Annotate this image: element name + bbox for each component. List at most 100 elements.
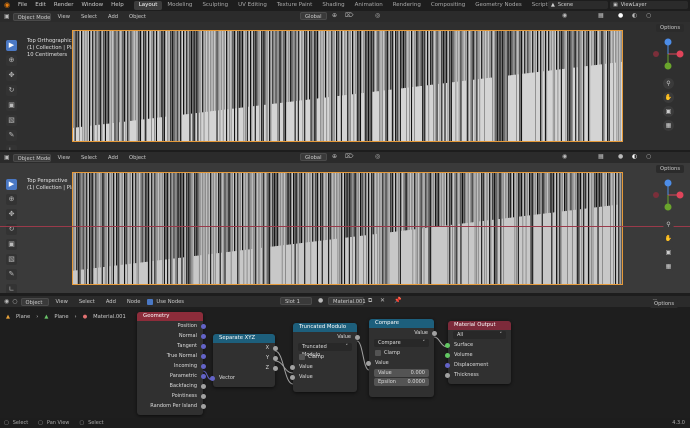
transform-tool-icon-2[interactable]: ▧ bbox=[6, 254, 17, 265]
viewport1-options-button[interactable]: Options bbox=[656, 24, 685, 32]
workspace-tab-shading[interactable]: Shading bbox=[317, 1, 349, 10]
socket-icon[interactable] bbox=[201, 393, 206, 399]
shader-type-dropdown[interactable]: Object bbox=[20, 297, 49, 306]
menu-edit[interactable]: Edit bbox=[31, 2, 50, 8]
modulo-clamp-row[interactable]: Clamp bbox=[293, 352, 357, 362]
socket-icon[interactable] bbox=[273, 365, 278, 371]
shader-type-icon[interactable]: ○ bbox=[12, 298, 17, 305]
viewport1-shading-rendered-icon[interactable]: ○ bbox=[646, 12, 651, 19]
viewport2-mode-dropdown[interactable]: Object Mode bbox=[12, 153, 51, 162]
viewport1[interactable]: ▶ ⊕ ✥ ↻ ▣ ▧ ✎ ∟ Top Orthographic (1) Col… bbox=[0, 22, 690, 150]
scale-tool-icon-2[interactable]: ▣ bbox=[6, 239, 17, 250]
blender-logo-icon[interactable]: ◉ bbox=[0, 1, 14, 9]
viewport2-xray-icon[interactable]: ▦ bbox=[598, 153, 604, 160]
rotate-tool-icon[interactable]: ↻ bbox=[6, 85, 17, 96]
duplicate-material-icon[interactable]: ⧉ bbox=[368, 297, 372, 305]
scale-tool-icon[interactable]: ▣ bbox=[6, 100, 17, 111]
viewport2[interactable]: ▶ ⊕ ✥ ↻ ▣ ▧ ✎ ∟ Top Perspective (1) Coll… bbox=[0, 163, 690, 293]
workspace-tab-uv-editing[interactable]: UV Editing bbox=[233, 1, 272, 10]
move-tool-icon[interactable]: ✥ bbox=[6, 70, 17, 81]
socket-icon[interactable] bbox=[445, 352, 450, 358]
viewport2-menu-select[interactable]: Select bbox=[77, 154, 101, 162]
node-menu-view[interactable]: View bbox=[52, 298, 72, 306]
node-menu-add[interactable]: Add bbox=[102, 298, 120, 306]
socket-icon[interactable] bbox=[201, 373, 206, 379]
annotate-tool-icon[interactable]: ✎ bbox=[6, 130, 17, 141]
viewport2-proportional-icon[interactable]: ◎ bbox=[375, 153, 380, 160]
workspace-tab-modeling[interactable]: Modeling bbox=[162, 1, 197, 10]
socket-icon[interactable] bbox=[273, 345, 278, 351]
viewport1-menu-add[interactable]: Add bbox=[104, 13, 122, 21]
cursor-tool-icon[interactable]: ⊕ bbox=[6, 55, 17, 66]
compare-clamp-row[interactable]: Clamp bbox=[369, 348, 434, 358]
viewport1-snap-icon[interactable]: ⌦ bbox=[345, 12, 353, 19]
workspace-tab-geometry-nodes[interactable]: Geometry Nodes bbox=[470, 1, 526, 10]
viewport1-proportional-icon[interactable]: ◎ bbox=[375, 12, 380, 19]
workspace-tab-rendering[interactable]: Rendering bbox=[388, 1, 426, 10]
pin-icon[interactable]: 📌 bbox=[394, 297, 401, 304]
socket-icon[interactable] bbox=[445, 362, 450, 368]
view-layer-selector[interactable]: ▣ ViewLayer bbox=[610, 1, 688, 9]
viewport2-camera-icon[interactable]: ▣ bbox=[663, 247, 674, 258]
select-box-tool-icon[interactable]: ▶ bbox=[6, 40, 17, 51]
workspace-tab-sculpting[interactable]: Sculpting bbox=[197, 1, 233, 10]
socket-icon[interactable] bbox=[201, 403, 206, 409]
socket-icon[interactable] bbox=[355, 334, 360, 340]
viewport2-pivot-icon[interactable]: ⊕ bbox=[332, 153, 337, 160]
viewport1-menu-object[interactable]: Object bbox=[125, 13, 150, 21]
material-browse-icon[interactable]: ● bbox=[318, 297, 323, 304]
menu-file[interactable]: File bbox=[14, 2, 31, 8]
viewport1-plane-object[interactable] bbox=[72, 30, 623, 142]
compare-node[interactable]: Compare Value Compare ˅ Clamp Value Value… bbox=[366, 319, 437, 397]
material-name-field[interactable]: Material.001 bbox=[328, 297, 366, 305]
viewport2-snap-icon[interactable]: ⌦ bbox=[345, 153, 353, 160]
compare-clamp-checkbox[interactable] bbox=[375, 349, 381, 356]
viewport2-transform-orientation[interactable]: Global bbox=[300, 153, 327, 161]
viewport2-shading-solid-icon[interactable]: ● bbox=[618, 153, 623, 160]
socket-icon[interactable] bbox=[201, 333, 206, 339]
socket-icon[interactable] bbox=[273, 355, 278, 361]
modulo-clamp-checkbox[interactable] bbox=[299, 353, 305, 360]
node-menu-node[interactable]: Node bbox=[123, 298, 145, 306]
socket-icon[interactable] bbox=[290, 364, 295, 370]
socket-icon[interactable] bbox=[201, 383, 206, 389]
socket-icon[interactable] bbox=[201, 363, 206, 369]
viewport2-visibility-icon[interactable]: ◉ bbox=[562, 153, 567, 160]
viewport2-menu-add[interactable]: Add bbox=[104, 154, 122, 162]
viewport1-mode-dropdown[interactable]: Object Mode bbox=[12, 12, 51, 21]
move-tool-icon-2[interactable]: ✥ bbox=[6, 209, 17, 220]
menu-render[interactable]: Render bbox=[50, 2, 78, 8]
socket-icon[interactable] bbox=[201, 343, 206, 349]
menu-help[interactable]: Help bbox=[107, 2, 128, 8]
viewport1-camera-icon[interactable]: ▣ bbox=[663, 106, 674, 117]
cursor-tool-icon-2[interactable]: ⊕ bbox=[6, 194, 17, 205]
viewport2-shading-rendered-icon[interactable]: ○ bbox=[646, 153, 651, 160]
workspace-tab-compositing[interactable]: Compositing bbox=[426, 1, 470, 10]
viewport2-navigation-gizmo-icon[interactable] bbox=[648, 177, 688, 213]
viewport2-grid-icon[interactable]: ▦ bbox=[663, 261, 674, 272]
viewport1-grid-icon[interactable]: ▦ bbox=[663, 120, 674, 131]
viewport1-menu-view[interactable]: View bbox=[54, 13, 74, 21]
viewport1-shading-material-icon[interactable]: ◐ bbox=[632, 12, 637, 19]
viewport1-xray-icon[interactable]: ▦ bbox=[598, 12, 604, 19]
annotate-tool-icon-2[interactable]: ✎ bbox=[6, 269, 17, 280]
use-nodes-checkbox[interactable] bbox=[147, 298, 154, 305]
material-output-node[interactable]: Material Output All ˅ Surface Volume Disp… bbox=[445, 321, 511, 384]
editor-type-3d-icon-2[interactable]: ▣ bbox=[4, 154, 10, 161]
measure-tool-icon[interactable]: ∟ bbox=[6, 145, 17, 150]
viewport1-zoom-icon[interactable]: ⚲ bbox=[663, 78, 674, 89]
socket-icon[interactable] bbox=[445, 372, 450, 378]
compare-operation-dropdown[interactable]: Compare ˅ bbox=[374, 339, 429, 347]
editor-type-3d-icon[interactable]: ▣ bbox=[4, 13, 10, 20]
viewport1-shading-solid-icon[interactable]: ● bbox=[618, 12, 623, 19]
viewport2-plane-object[interactable] bbox=[72, 172, 623, 285]
workspace-tab-layout[interactable]: Layout bbox=[133, 0, 163, 10]
viewport2-menu-object[interactable]: Object bbox=[125, 154, 150, 162]
viewport1-pan-icon[interactable]: ✋ bbox=[663, 92, 674, 103]
viewport2-shading-material-icon[interactable]: ◐ bbox=[632, 153, 637, 160]
workspace-tab-animation[interactable]: Animation bbox=[350, 1, 388, 10]
socket-icon[interactable] bbox=[366, 360, 371, 366]
viewport1-menu-select[interactable]: Select bbox=[77, 13, 101, 21]
viewport1-navigation-gizmo-icon[interactable] bbox=[648, 36, 688, 72]
compare-value-field[interactable]: Value 0.000 bbox=[374, 369, 429, 377]
